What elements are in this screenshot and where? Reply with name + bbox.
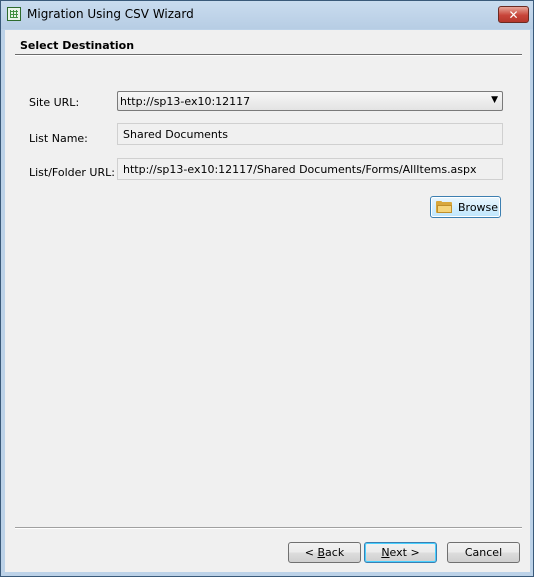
window-title: Migration Using CSV Wizard [27,7,194,21]
dropdown-arrow-icon: ▼ [491,95,498,105]
wizard-body: Select Destination Site URL: http://sp13… [5,30,530,572]
list-name-field: Shared Documents [117,123,503,145]
cancel-button[interactable]: Cancel [447,542,520,563]
back-rest: ack [325,546,345,559]
folder-url-field: http://sp13-ex10:12117/Shared Documents/… [117,158,503,180]
title-bar[interactable]: Migration Using CSV Wizard ✕ [1,1,533,29]
close-button[interactable]: ✕ [498,6,529,23]
wizard-window: Migration Using CSV Wizard ✕ Select Dest… [0,0,534,577]
next-rest: ext > [389,546,420,559]
browse-button-label: Browse [458,200,499,214]
folder-url-label: List/Folder URL: [29,166,115,179]
header-divider [15,54,522,56]
back-button[interactable]: < Back [288,542,361,563]
next-button[interactable]: Next > [364,542,437,563]
cancel-label: Cancel [464,546,503,559]
site-url-value: http://sp13-ex10:12117 [120,95,251,108]
close-icon: ✕ [508,7,519,22]
back-mnemonic: B [317,546,326,559]
site-url-label: Site URL: [29,96,80,109]
list-name-label: List Name: [29,132,88,145]
site-url-dropdown[interactable]: http://sp13-ex10:12117 ▼ [117,91,503,111]
next-mnemonic: N [381,546,390,559]
page-title: Select Destination [20,39,135,52]
browse-button[interactable]: Browse [430,196,501,218]
folder-icon [436,201,452,213]
grid-table-icon [7,7,21,21]
back-prefix: < [304,546,318,559]
footer-divider [15,527,522,529]
